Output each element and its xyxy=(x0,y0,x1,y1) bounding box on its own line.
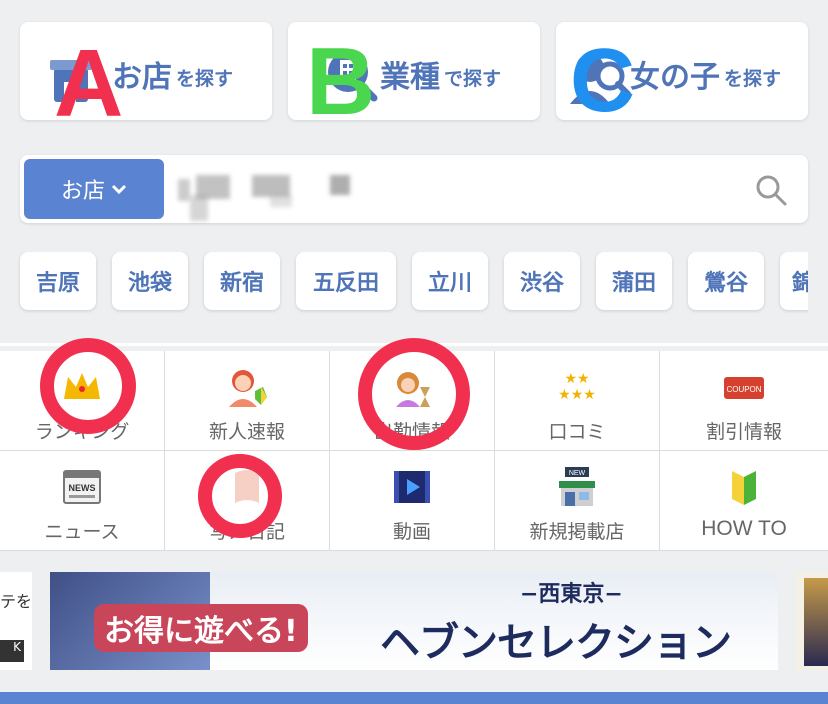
redacted-text xyxy=(270,195,292,207)
menu-news[interactable]: NEWS ニュース xyxy=(0,451,165,551)
card-label: 業種 で探す xyxy=(380,52,501,96)
menu-new-girls[interactable]: 新人速報 xyxy=(165,351,330,451)
search-by-category-card[interactable]: B 業種 で探す xyxy=(288,22,540,130)
banner-prev-peek[interactable]: テを K xyxy=(0,572,32,670)
new-shop-icon: NEW xyxy=(559,467,595,506)
card-sub-label: を探す xyxy=(724,67,782,90)
area-list: 吉原 池袋 新宿 五反田 立川 渋谷 蒲田 鶯谷 錦 xyxy=(0,252,808,314)
search-by-girl-card[interactable]: C 女の子 を探す xyxy=(556,22,808,126)
menu-video[interactable]: 動画 xyxy=(330,451,495,551)
card-label: お店 を探す xyxy=(112,52,233,96)
select-label: お店 xyxy=(60,179,105,204)
area-pill[interactable]: 五反田 xyxy=(296,252,396,310)
area-pill[interactable]: 池袋 xyxy=(112,252,188,310)
menu-label: HOW TO xyxy=(701,517,787,540)
overlay-letter-b: B xyxy=(306,28,376,135)
menu-label: 割引情報 xyxy=(705,421,782,443)
banner-heaven-selection[interactable]: −西東京− お得に遊べる! ヘブンセレクション xyxy=(50,572,778,670)
menu-new-shops[interactable]: NEW 新規掲載店 xyxy=(495,451,660,551)
news-text: NEWS xyxy=(69,483,96,493)
area-pill[interactable]: 錦 xyxy=(780,252,808,310)
menu-label: 口コミ xyxy=(548,421,606,443)
area-pill[interactable]: 立川 xyxy=(412,252,488,310)
highlight-ring xyxy=(198,454,282,538)
card-main-label: 女の子 xyxy=(630,60,720,95)
stars-icon: ★★ ★★★ xyxy=(558,371,596,403)
overlay-letter-c: C xyxy=(570,31,635,131)
search-type-cards: A お店 を探す B 業種 で探す C 女の子 を探す xyxy=(0,0,828,140)
card-main-label: お店 xyxy=(112,60,172,95)
coupon-text: COUPON xyxy=(726,385,761,394)
card-main-label: 業種 xyxy=(380,60,440,95)
search-by-shop-card[interactable]: A お店 を探す xyxy=(20,22,272,132)
news-icon: NEWS xyxy=(63,470,101,504)
card-sub-label: で探す xyxy=(444,67,502,90)
bottom-bar xyxy=(0,692,828,704)
search-icon[interactable] xyxy=(754,173,788,207)
menu-reviews[interactable]: ★★ ★★★ 口コミ xyxy=(495,351,660,451)
area-pill[interactable]: 新宿 xyxy=(204,252,280,310)
banner-peek-text: テを xyxy=(0,592,32,611)
new-text: NEW xyxy=(569,470,586,477)
menu-coupons[interactable]: COUPON 割引情報 xyxy=(660,351,828,451)
banner-carousel: テを K −西東京− お得に遊べる! ヘブンセレクション xyxy=(0,572,828,672)
menu-label: 動画 xyxy=(392,521,431,543)
chevron-down-icon xyxy=(111,180,127,199)
banner-region: −西東京− xyxy=(520,581,623,607)
beginner-icon xyxy=(732,471,756,505)
search-bar: お店 xyxy=(20,155,808,223)
banner-next-peek[interactable] xyxy=(796,572,828,670)
redacted-text xyxy=(252,175,290,197)
menu-label: ニュース xyxy=(44,521,120,543)
video-icon xyxy=(394,471,430,503)
area-pill[interactable]: 吉原 xyxy=(20,252,96,310)
area-pill[interactable]: 渋谷 xyxy=(504,252,580,310)
redacted-text xyxy=(178,179,190,201)
menu-label: 新人速報 xyxy=(208,421,285,443)
svg-text:★★: ★★ xyxy=(564,371,589,387)
redacted-text xyxy=(330,175,350,195)
svg-text:★★★: ★★★ xyxy=(558,387,596,403)
new-girl-icon xyxy=(229,370,267,407)
highlight-ring xyxy=(40,338,136,434)
card-label: 女の子 を探す xyxy=(630,52,781,96)
banner-left-text: お得に遊べる! xyxy=(94,604,308,652)
area-pill[interactable]: 蒲田 xyxy=(596,252,672,310)
banner-peek-image xyxy=(804,578,828,666)
search-category-select[interactable]: お店 xyxy=(24,159,164,219)
coupon-icon: COUPON xyxy=(724,377,764,399)
area-pill[interactable]: 鶯谷 xyxy=(688,252,764,310)
card-sub-label: を探す xyxy=(176,67,234,90)
highlight-ring xyxy=(358,338,470,450)
menu-how-to[interactable]: HOW TO xyxy=(660,451,828,551)
banner-peek-button: K xyxy=(0,640,24,662)
banner-title: ヘブンセレクション xyxy=(380,619,732,666)
redacted-text xyxy=(190,195,208,221)
menu-label: 新規掲載店 xyxy=(529,521,625,543)
